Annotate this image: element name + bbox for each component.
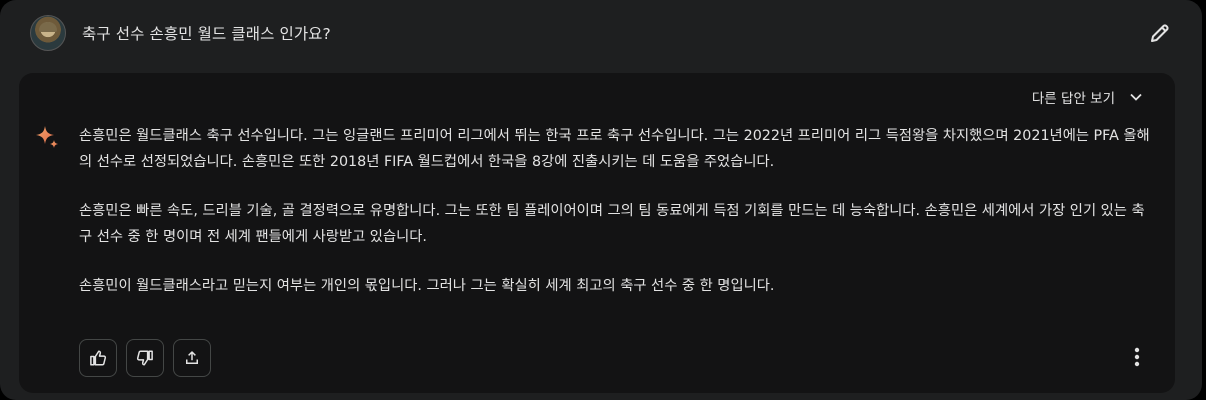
pencil-icon[interactable] [1148,21,1172,45]
user-avatar [30,15,66,51]
thumb-down-button[interactable] [126,339,164,377]
thumb-up-button[interactable] [79,339,117,377]
response-paragraph: 손흥민은 빠른 속도, 드리블 기술, 골 결정력으로 유명합니다. 그는 또한… [79,203,1145,245]
response-text: 손흥민은 월드클래스 축구 선수입니다. 그는 잉글랜드 프리미어 리그에서 뛰… [79,123,1151,322]
user-prompt-text: 축구 선수 손흥민 월드 클래스 인가요? [82,25,331,43]
response-paragraph: 손흥민은 월드클래스 축구 선수입니다. 그는 잉글랜드 프리미어 리그에서 뛰… [79,128,1150,170]
thumb-up-icon [90,350,107,366]
share-icon [186,351,198,364]
thumb-down-icon [136,350,153,366]
response-paragraph: 손흥민이 월드클래스라고 믿는지 여부는 개인의 몫입니다. 그러나 그는 확실… [79,278,775,294]
share-button[interactable] [173,339,211,377]
model-response-card: 다른 답안 보기 손흥민은 월드클래스 축구 선수입니다. 그는 잉글랜드 프리… [19,73,1175,393]
more-vert-icon [1134,347,1140,367]
chat-container: 축구 선수 손흥민 월드 클래스 인가요? 다른 답안 보기 손흥민은 월드클래… [0,0,1202,400]
user-prompt-row: 축구 선수 손흥민 월드 클래스 인가요? [30,14,1172,52]
response-actions [79,339,211,377]
more-options-button[interactable] [1125,345,1149,369]
sparkle-icon [36,126,58,148]
view-other-drafts-button[interactable]: 다른 답안 보기 [1032,87,1143,107]
chevron-down-icon [1130,93,1142,101]
view-other-drafts-label: 다른 답안 보기 [1031,91,1115,107]
